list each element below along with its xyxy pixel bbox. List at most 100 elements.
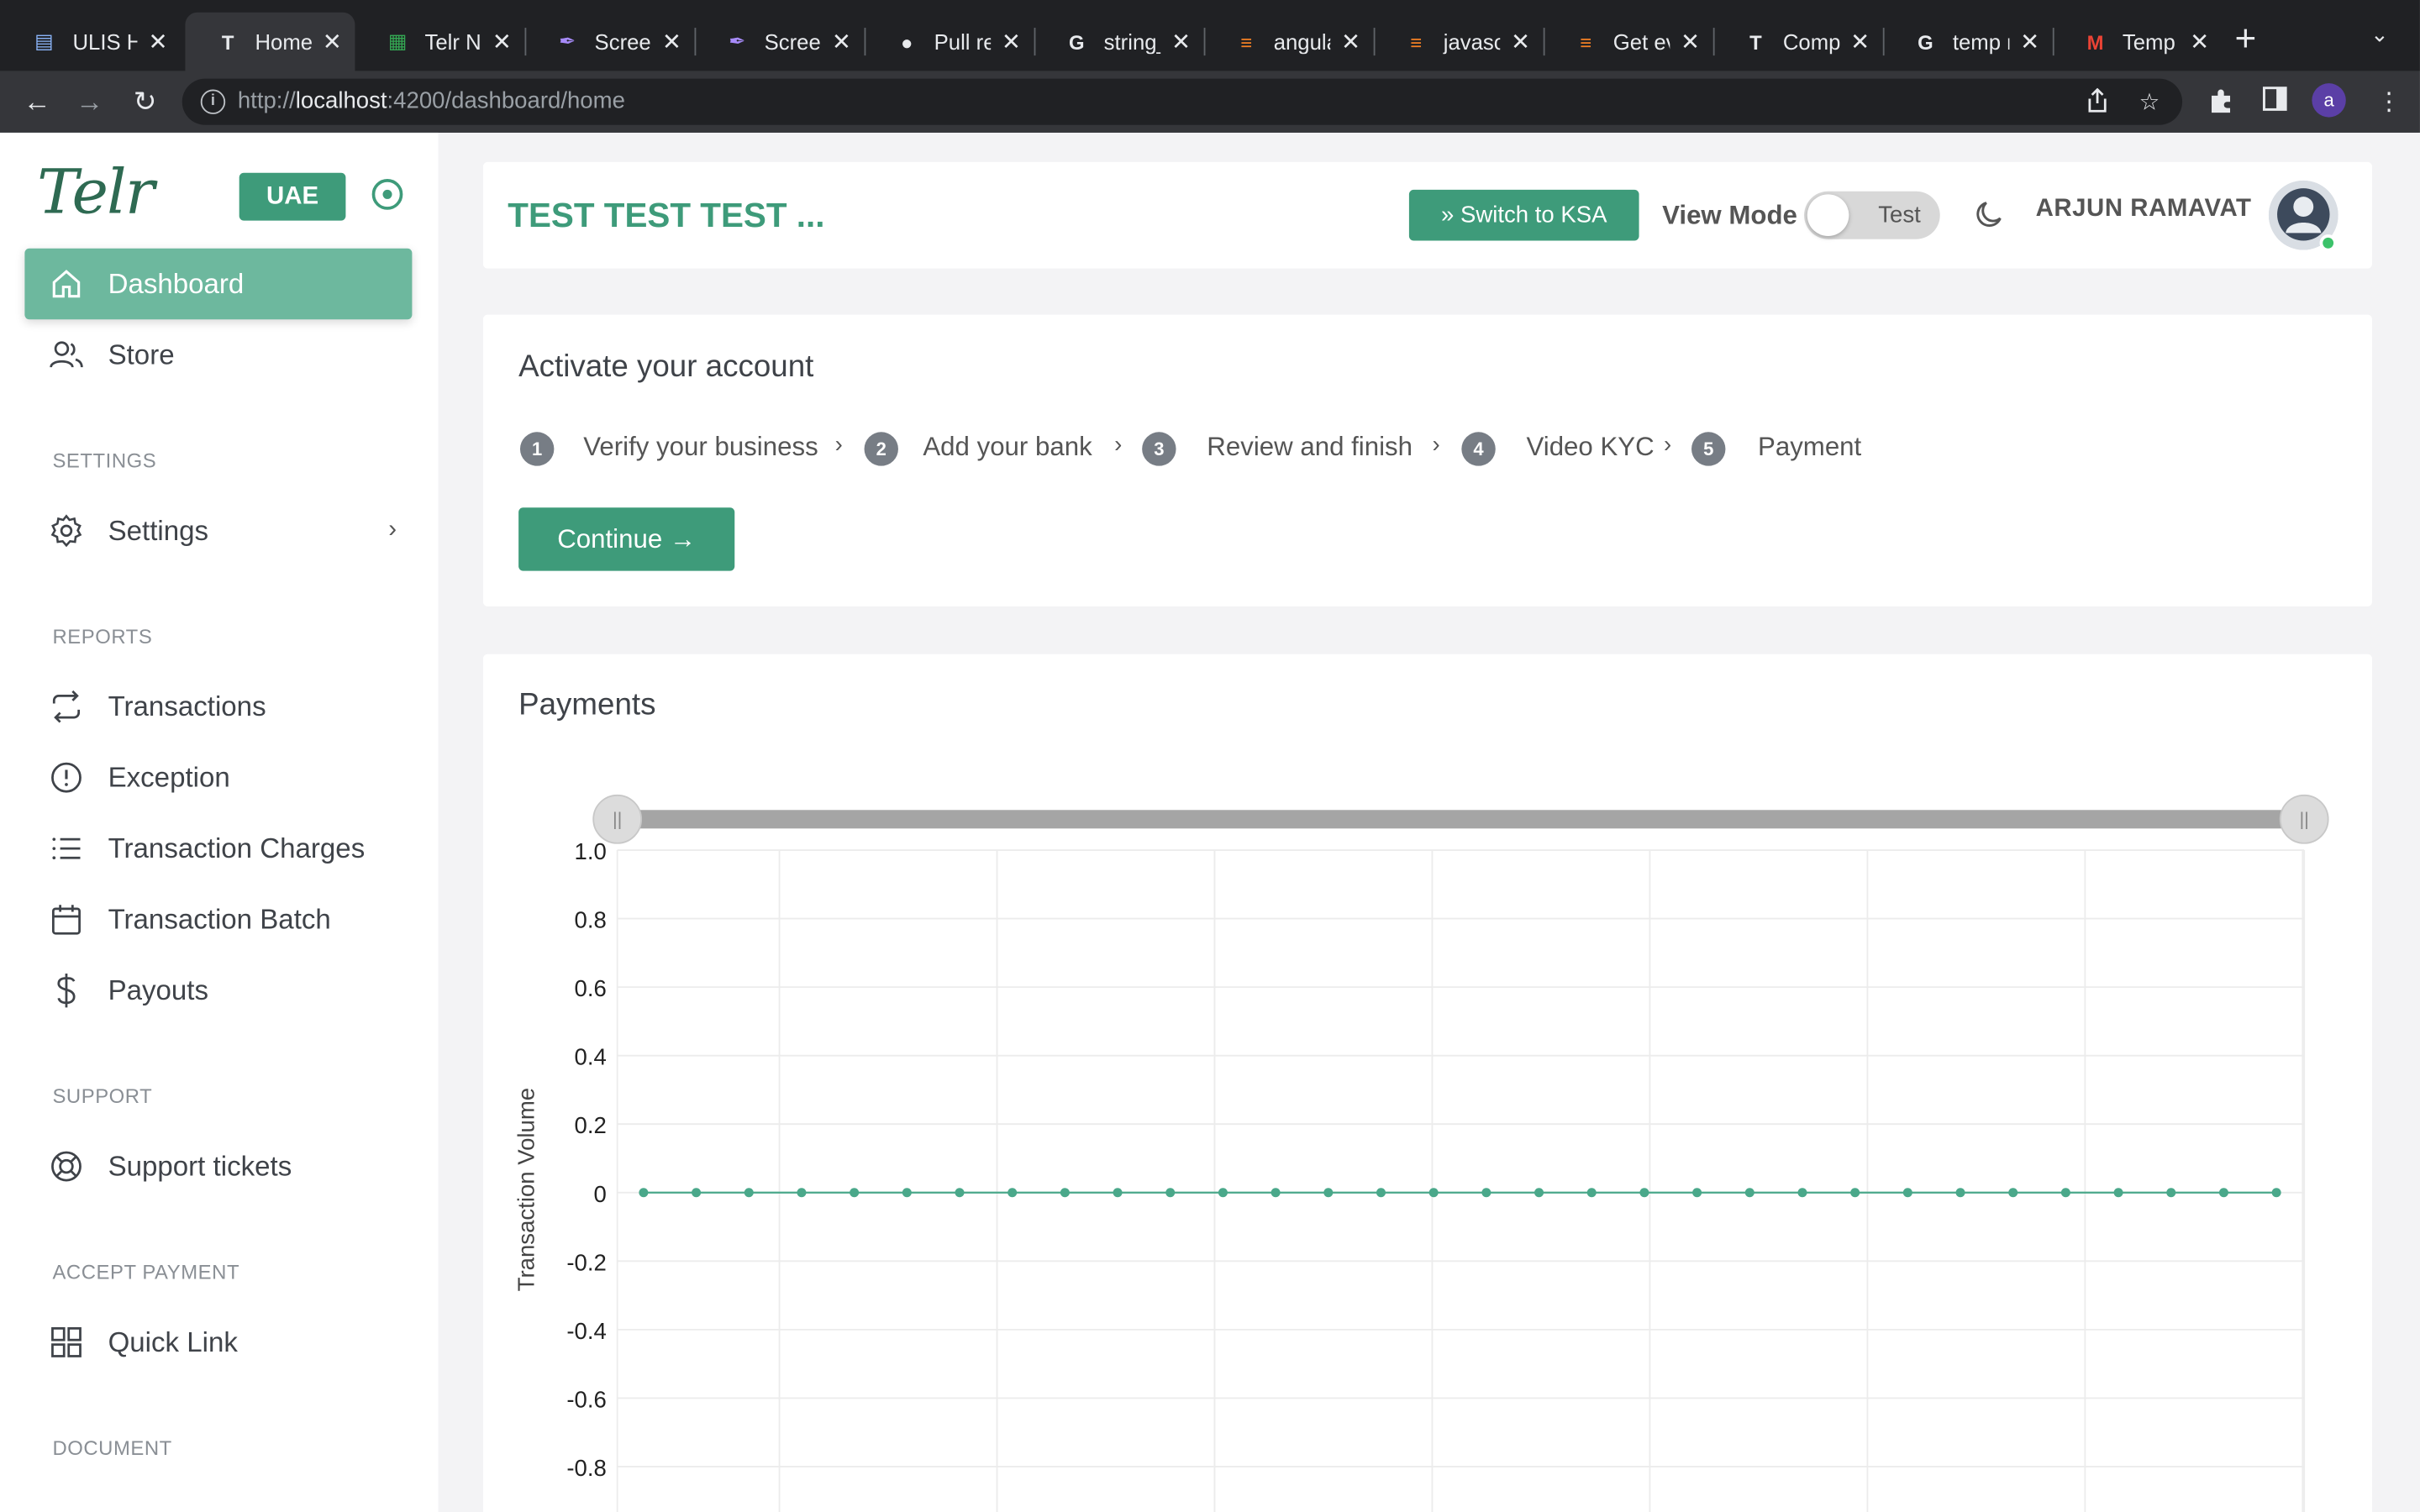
- data-point: [1428, 1188, 1439, 1198]
- sidebar-item-settings[interactable]: Settings ›: [24, 496, 412, 566]
- close-icon[interactable]: ✕: [1680, 28, 1701, 55]
- browser-tab[interactable]: ▤ ULIS H ✕: [0, 13, 182, 71]
- browser-tab[interactable]: ● Pull re ✕: [865, 13, 1034, 71]
- browser-tab[interactable]: ≡ angula ✕: [1204, 13, 1374, 71]
- sidebar-item-store[interactable]: Store: [24, 319, 412, 390]
- close-icon[interactable]: ✕: [831, 28, 852, 55]
- switch-region-button[interactable]: » Switch to KSA: [1408, 189, 1639, 241]
- continue-button[interactable]: Continue →: [518, 507, 735, 571]
- step-label[interactable]: Verify your business: [583, 432, 818, 463]
- sidebar-item-quick-link[interactable]: Quick Link: [24, 1307, 412, 1378]
- close-icon[interactable]: ✕: [1001, 28, 1022, 55]
- tab-separator: [1203, 28, 1206, 56]
- sidebar-item-exception[interactable]: Exception: [24, 742, 412, 812]
- chevron-right-icon: ›: [1432, 432, 1440, 459]
- share-icon[interactable]: [2086, 87, 2108, 119]
- address-bar[interactable]: i http://localhost:4200/dashboard/home ☆: [182, 78, 2183, 125]
- tab-label: Home: [255, 29, 313, 55]
- data-point: [2113, 1188, 2123, 1198]
- new-tab-plus-icon[interactable]: +: [2235, 18, 2257, 61]
- browser-tab[interactable]: ✒ Screen ✕: [524, 13, 694, 71]
- range-slider-left-handle[interactable]: ||: [592, 794, 643, 844]
- close-icon[interactable]: ✕: [146, 28, 170, 55]
- tab-separator: [1882, 28, 1885, 56]
- sidebar-item-label: Quick Link: [108, 1326, 238, 1357]
- extensions-icon[interactable]: [2207, 87, 2234, 122]
- close-icon[interactable]: ✕: [1849, 28, 1870, 55]
- browser-menu-icon[interactable]: ⋮: [2377, 87, 2402, 118]
- browser-tab[interactable]: M Temp ✕: [2053, 13, 2223, 71]
- sidebar-item-dashboard[interactable]: Dashboard: [24, 248, 413, 320]
- browser-tab[interactable]: T Compl ✕: [1713, 13, 1883, 71]
- data-point: [1955, 1188, 1965, 1198]
- forward-icon[interactable]: →: [71, 83, 108, 120]
- section-title-settings: SETTINGS: [52, 449, 157, 473]
- browser-tab[interactable]: ≡ javasc ✕: [1374, 13, 1544, 71]
- region-button[interactable]: UAE: [239, 172, 346, 221]
- browser-tab[interactable]: Gstring_ ✕: [1034, 13, 1204, 71]
- url-text[interactable]: http://localhost:4200/dashboard/home: [238, 88, 625, 114]
- data-point: [2218, 1188, 2228, 1198]
- step-label[interactable]: Video KYC: [1526, 432, 1654, 463]
- view-mode-toggle[interactable]: Test: [1804, 191, 1940, 239]
- sidebar-item-label: Store: [108, 339, 175, 370]
- data-point: [1744, 1188, 1754, 1198]
- y-tick-label: 0: [593, 1181, 606, 1207]
- browser-tab[interactable]: ✒ Screen ✕: [695, 13, 865, 71]
- sidebar-item-transactions[interactable]: Transactions: [24, 671, 412, 742]
- close-icon[interactable]: ✕: [492, 28, 513, 55]
- browser-tab[interactable]: ▦ Telr Ne ✕: [355, 13, 524, 71]
- sidebar-item-support-tickets[interactable]: Support tickets: [24, 1131, 412, 1201]
- target-icon[interactable]: [371, 179, 403, 210]
- data-point: [1165, 1188, 1176, 1198]
- tab-label: Screen: [764, 29, 822, 55]
- document-icon: ▤: [34, 29, 54, 53]
- sidebar-item-label: Transaction Charges: [108, 832, 366, 864]
- browser-tab[interactable]: Gtemp r ✕: [1883, 13, 2053, 71]
- reload-icon[interactable]: ↻: [127, 83, 164, 120]
- moon-icon[interactable]: [1974, 199, 2005, 230]
- tab-label: Pull re: [934, 29, 992, 55]
- repeat-icon: [50, 690, 83, 723]
- step-label[interactable]: Review and finish: [1207, 432, 1413, 463]
- y-tick-label: 0.2: [575, 1112, 607, 1138]
- browser-tab[interactable]: T Home ✕: [185, 12, 355, 71]
- sidebar-item-payouts[interactable]: Payouts: [24, 955, 412, 1026]
- step-label[interactable]: Payment: [1758, 432, 1861, 463]
- browser-tab[interactable]: ≡ Get ev ✕: [1544, 13, 1713, 71]
- telr-logo[interactable]: Telr: [37, 157, 155, 228]
- step-number: 5: [1691, 432, 1726, 466]
- alert-circle-icon: [50, 760, 83, 794]
- data-point: [639, 1188, 649, 1198]
- header-card: TEST TEST TEST ... » Switch to KSA View …: [482, 161, 2373, 269]
- telr-icon: T: [221, 29, 234, 54]
- close-icon[interactable]: ✕: [1510, 28, 1531, 55]
- tab-label: Get ev: [1612, 29, 1671, 55]
- site-info-icon[interactable]: i: [200, 89, 226, 114]
- range-slider-right-handle[interactable]: ||: [2279, 794, 2329, 844]
- close-icon[interactable]: ✕: [2019, 28, 2040, 55]
- close-icon[interactable]: ✕: [322, 28, 343, 55]
- close-icon[interactable]: ✕: [1171, 28, 1192, 55]
- tab-separator: [524, 28, 527, 56]
- activate-title: Activate your account: [518, 349, 814, 385]
- tab-separator: [2052, 28, 2054, 56]
- tab-search-chevron-icon[interactable]: ⌄: [2370, 22, 2389, 48]
- sidebar-item-transaction-charges[interactable]: Transaction Charges: [24, 813, 412, 884]
- close-icon[interactable]: ✕: [1340, 28, 1361, 55]
- side-panel-icon[interactable]: [2262, 87, 2287, 119]
- profile-avatar[interactable]: a: [2312, 83, 2346, 118]
- data-point: [1850, 1188, 1860, 1198]
- step-label[interactable]: Add your bank: [923, 432, 1092, 463]
- back-icon[interactable]: ←: [18, 83, 55, 120]
- user-name[interactable]: ARJUN RAMAVAT: [2036, 196, 2252, 223]
- tab-label: string_: [1103, 29, 1161, 55]
- chevron-right-icon: ›: [1663, 432, 1672, 459]
- tab-separator: [864, 28, 866, 56]
- close-icon[interactable]: ✕: [2189, 28, 2210, 55]
- bookmark-star-icon[interactable]: ☆: [2139, 88, 2160, 116]
- data-point: [1692, 1188, 1702, 1198]
- data-point: [2166, 1188, 2176, 1198]
- close-icon[interactable]: ✕: [661, 28, 682, 55]
- sidebar-item-transaction-batch[interactable]: Transaction Batch: [24, 884, 412, 954]
